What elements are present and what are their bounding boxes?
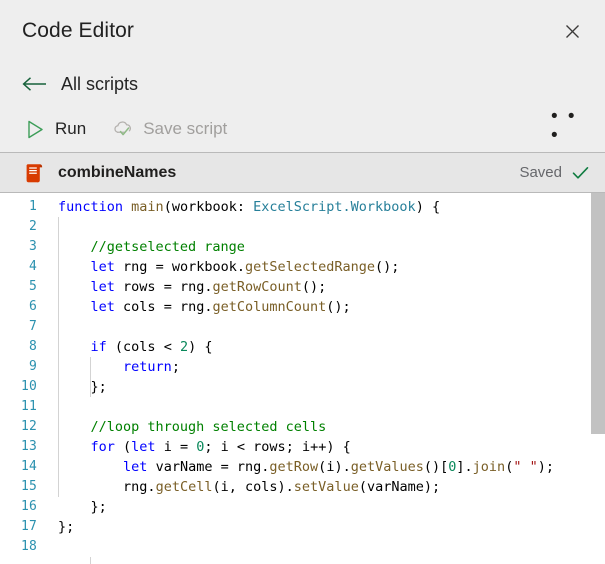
code-line: }; <box>58 519 75 535</box>
line-number: 1 <box>28 199 37 214</box>
play-triangle-icon <box>24 118 46 140</box>
checkmark-icon <box>571 164 589 182</box>
code-line: let rng = workbook.getSelectedRange(); <box>90 259 400 275</box>
all-scripts-label: All scripts <box>61 73 139 94</box>
scrollbar-thumb[interactable] <box>591 193 605 435</box>
indent-guide <box>90 557 91 564</box>
panel-titlebar: Code Editor <box>0 0 605 62</box>
editor-toolbar: Run Save script • • • <box>0 106 605 152</box>
line-number: 15 <box>20 479 37 494</box>
line-number: 14 <box>20 459 37 474</box>
script-save-status: Saved <box>519 164 589 182</box>
ellipsis-icon[interactable]: • • • <box>551 107 581 145</box>
line-number: 8 <box>28 339 37 354</box>
save-script-button[interactable]: Save script <box>112 112 227 146</box>
all-scripts-back-button[interactable]: All scripts <box>0 62 605 106</box>
code-line: let cols = rng.getColumnCount(); <box>90 299 351 315</box>
code-line: let varName = rng.getRow(i).getValues()[… <box>123 459 554 475</box>
script-header-row: combineNames Saved <box>0 152 605 193</box>
line-number: 5 <box>28 279 37 294</box>
line-number-gutter: 1 2 3 4 5 6 7 8 9 10 11 12 13 14 15 16 17 18 <box>0 193 46 564</box>
run-label: Run <box>55 119 87 138</box>
line-number: 18 <box>20 539 37 554</box>
code-content[interactable]: function main(workbook: ExcelScript.Work… <box>46 193 605 564</box>
code-line: if (cols < 2) { <box>90 339 213 355</box>
line-number: 9 <box>28 359 37 374</box>
code-editor-surface[interactable]: 1 2 3 4 5 6 7 8 9 10 11 12 13 14 15 16 17 18 function mai… <box>0 193 605 564</box>
code-line: //getselected range <box>58 239 245 255</box>
line-number: 3 <box>28 239 37 254</box>
line-number: 2 <box>28 219 37 234</box>
code-line: //loop through selected cells <box>58 419 327 435</box>
code-line: rng.getCell(i, cols).setValue(varName); <box>123 479 441 495</box>
save-script-label: Save script <box>143 119 228 138</box>
status-badge: Saved <box>519 164 562 181</box>
line-number: 11 <box>20 399 37 414</box>
line-number: 7 <box>28 319 37 334</box>
code-line: return; <box>123 359 180 375</box>
close-icon[interactable] <box>557 16 587 46</box>
code-line: }; <box>58 379 107 395</box>
code-line: }; <box>58 499 107 515</box>
code-line: function main(workbook: ExcelScript.Work… <box>58 199 441 215</box>
script-name-label: combineNames <box>58 163 177 181</box>
cloud-check-icon <box>112 118 134 140</box>
code-line: let rows = rng.getRowCount(); <box>90 279 327 295</box>
line-number: 6 <box>28 299 37 314</box>
script-document-icon <box>22 161 46 185</box>
line-number: 4 <box>28 259 37 274</box>
arrow-left-icon <box>22 74 48 94</box>
line-number: 13 <box>20 439 37 454</box>
line-number: 12 <box>20 419 37 434</box>
code-editor-panel: Code Editor All scripts Run Save script … <box>0 0 605 564</box>
editor-vertical-scrollbar[interactable] <box>591 193 605 564</box>
line-number: 17 <box>20 519 37 534</box>
page-title: Code Editor <box>22 19 134 42</box>
run-button[interactable]: Run <box>24 112 86 146</box>
line-number: 10 <box>20 379 37 394</box>
line-number: 16 <box>20 499 37 514</box>
code-line: for (let i = 0; i < rows; i++) { <box>90 439 351 455</box>
